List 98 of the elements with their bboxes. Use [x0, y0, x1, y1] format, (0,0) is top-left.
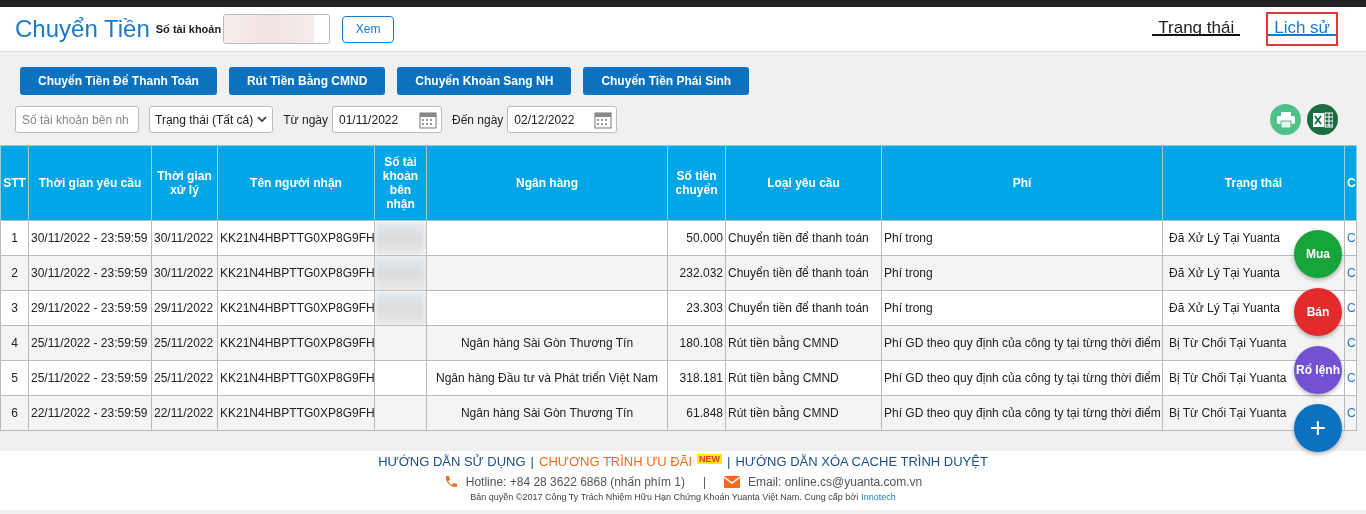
table-cell: Đã Xử Lý Tại Yuanta	[1169, 266, 1280, 280]
column-header: Ngân hàng	[426, 145, 668, 221]
footer-link[interactable]: CHƯƠNG TRÌNH ƯU ĐÃI	[539, 454, 692, 469]
account-field[interactable]	[223, 14, 331, 44]
table-cell: 180.108	[679, 336, 723, 350]
table-cell: Bị Từ Chối Tại Yuanta	[1169, 406, 1287, 420]
floating-button[interactable]: +	[1294, 404, 1342, 452]
column-header: Số tài khoản bên nhận	[374, 145, 427, 221]
copyright-text: Bản quyền ©2017 Công Ty Trách Nhiệm Hữu Hạn Chứng Khoán Yuanta Việt Nam. Cung cấp bởi	[470, 492, 859, 502]
account-label: Số tài khoản	[155, 23, 222, 35]
table-cell: 61.848	[686, 406, 723, 420]
table-cell: Rút tiền bằng CMND	[728, 406, 839, 420]
table-cell: Rút tiền bằng CMND	[728, 336, 839, 350]
table-cell: 25/11/2022 - 23:59:59	[31, 336, 148, 350]
status-dropdown[interactable]: Trạng thái (Tất cả)	[149, 106, 274, 133]
column-header: STT	[0, 145, 29, 221]
separator-text: |	[702, 475, 706, 489]
table-cell: 5	[11, 371, 18, 385]
column-header: Loại yêu cầu	[725, 145, 882, 221]
phone-icon	[443, 475, 458, 489]
table-cell: 2	[11, 266, 18, 280]
footer-link[interactable]: HƯỚNG DẪN SỬ DỤNG	[378, 454, 526, 469]
table-cell: 29/11/2022	[154, 301, 214, 315]
action-button[interactable]: Chuyển Tiền Phái Sinh	[583, 67, 750, 95]
table-cell: KK21N4HBPTTG0XP8G9FH	[220, 301, 374, 315]
view-button[interactable]: Xem	[342, 15, 395, 43]
table-cell: 25/11/2022	[154, 336, 214, 350]
column-header: Thời gian xử lý	[151, 145, 218, 221]
table-cell: Đã Xử Lý Tại Yuanta	[1169, 301, 1280, 315]
excel-button[interactable]	[1307, 104, 1338, 135]
table-cell: 23.303	[686, 301, 723, 315]
table-cell: Phí trong	[884, 231, 933, 245]
printer-icon	[1276, 111, 1295, 128]
table-cell: 50.000	[686, 231, 723, 245]
separator-text: |	[727, 454, 731, 469]
tab[interactable]: Lịch sử	[1266, 12, 1338, 46]
table-cell: Chuyển tiền để thanh toán	[728, 231, 869, 245]
date-label: Đến ngày	[452, 112, 504, 127]
table-cell: 30/11/2022	[154, 231, 214, 245]
page-title: Chuyển Tiền	[15, 15, 150, 43]
table-cell: KK21N4HBPTTG0XP8G9FH	[220, 371, 374, 385]
table-cell: 29/11/2022 - 23:59:59	[31, 301, 148, 315]
new-badge: NEW	[697, 453, 722, 464]
column-header: Số tiền chuyển	[667, 145, 726, 221]
table-cell: 30/11/2022 - 23:59:59	[31, 231, 148, 245]
table-cell: 22/11/2022	[154, 406, 214, 420]
table-cell: 30/11/2022	[154, 266, 214, 280]
table-cell: Phí GD theo quy định của công ty tại từng thời điểm	[884, 336, 1161, 350]
table-cell: 6	[11, 406, 18, 420]
table-cell: Chuyển tiền để thanh toán	[728, 301, 869, 315]
action-button[interactable]: Rút Tiền Bằng CMND	[228, 67, 386, 95]
hotline-text: Hotline: +84 28 3622 6868 (nhấn phím 1)	[465, 475, 685, 489]
print-button[interactable]	[1270, 104, 1301, 135]
table-cell: 4	[11, 336, 18, 350]
date-field[interactable]: 02/12/2022	[507, 106, 618, 133]
chevron-down-icon	[257, 116, 268, 123]
action-button[interactable]: Chuyển Tiền Để Thanh Toán	[20, 67, 217, 95]
table-cell: KK21N4HBPTTG0XP8G9FH	[220, 336, 374, 350]
action-button[interactable]: Chuyển Khoản Sang NH	[397, 67, 572, 95]
table-cell: Ngân hàng Đầu tư và Phát triển Việt Nam	[436, 371, 658, 385]
spreadsheet-icon	[1312, 111, 1333, 128]
table-cell: Ngân hàng Sài Gòn Thương Tín	[460, 336, 634, 350]
table-cell: KK21N4HBPTTG0XP8G9FH	[220, 266, 374, 280]
table-cell: 25/11/2022 - 23:59:59	[31, 371, 148, 385]
table-cell: 318.181	[679, 371, 723, 385]
table-cell: 30/11/2022 - 23:59:59	[31, 266, 148, 280]
separator-text: |	[530, 454, 534, 469]
table-cell: Phí trong	[884, 266, 933, 280]
table-cell: 1	[11, 231, 18, 245]
table-cell: 22/11/2022 - 23:59:59	[31, 406, 148, 420]
column-header: Phí	[881, 145, 1163, 221]
table-cell: Đã Xử Lý Tại Yuanta	[1169, 231, 1280, 245]
table-cell: Phí GD theo quy định của công ty tại từng thời điểm	[884, 371, 1161, 385]
column-header: Thời gian yêu cầu	[28, 145, 152, 221]
tab[interactable]: Trạng thái	[1150, 12, 1243, 46]
table-cell: 3	[11, 301, 18, 315]
column-header: Trạng thái	[1162, 145, 1345, 221]
table-cell: Phí GD theo quy định của công ty tại từng thời điểm	[884, 406, 1161, 420]
date-label: Từ ngày	[283, 112, 328, 127]
table-cell: Bị Từ Chối Tại Yuanta	[1169, 371, 1287, 385]
table-cell: 25/11/2022	[154, 371, 214, 385]
calendar-icon	[594, 110, 613, 129]
column-header: Tên người nhận	[217, 145, 375, 221]
email-text: Email: online.cs@yuanta.com.vn	[748, 475, 923, 489]
footer-link[interactable]: HƯỚNG DẪN XÓA CACHE TRÌNH DUYỆT	[735, 454, 988, 469]
table-cell: Bị Từ Chối Tại Yuanta	[1169, 336, 1287, 350]
table-cell: Rút tiền bằng CMND	[728, 371, 839, 385]
provider-link[interactable]: Innotech	[861, 492, 896, 502]
table-cell: KK21N4HBPTTG0XP8G9FH	[220, 406, 374, 420]
table-cell: Ngân hàng Sài Gòn Thương Tín	[460, 406, 634, 420]
date-field[interactable]: 01/11/2022	[332, 106, 442, 133]
table-cell: Phí trong	[884, 301, 933, 315]
envelope-icon	[724, 476, 740, 488]
account-search-field[interactable]: Số tài khoản bên nh	[15, 106, 139, 133]
table-cell: Chuyển tiền để thanh toán	[728, 266, 869, 280]
calendar-icon	[419, 110, 437, 129]
table-cell: KK21N4HBPTTG0XP8G9FH	[220, 231, 374, 245]
table-cell: 232.032	[679, 266, 723, 280]
